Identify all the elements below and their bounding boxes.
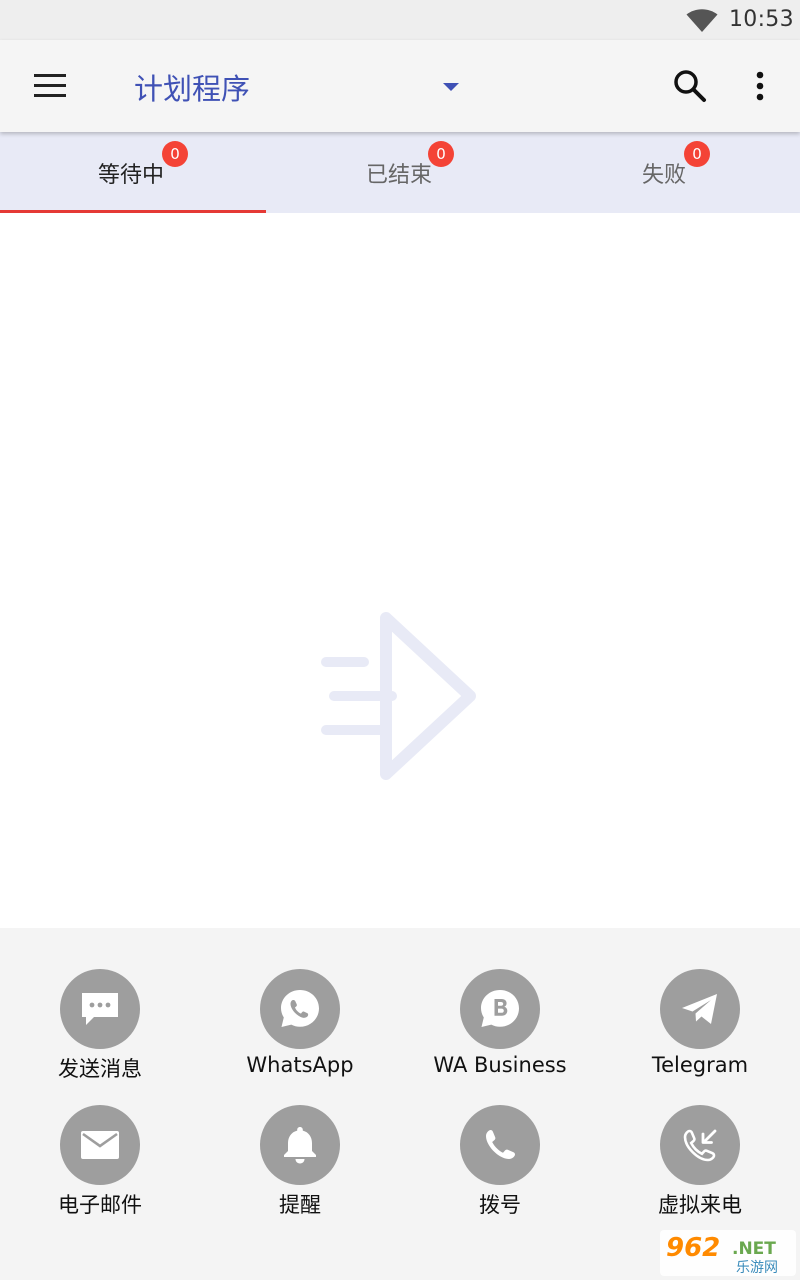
count-badge: 0 — [428, 141, 454, 167]
action-whatsapp[interactable]: WhatsApp — [200, 969, 400, 1099]
hamburger-menu-icon[interactable] — [30, 68, 70, 104]
action-label: 发送消息 — [58, 1057, 142, 1081]
action-fake-call[interactable]: 虚拟来电 — [600, 1105, 800, 1235]
action-label: 提醒 — [279, 1193, 321, 1217]
whatsapp-business-icon — [460, 969, 540, 1049]
tab-failed[interactable]: 失败 0 — [532, 132, 798, 213]
caret-down-icon[interactable] — [438, 74, 464, 98]
more-vertical-icon[interactable] — [748, 66, 772, 106]
watermark-brand: 962 — [666, 1233, 720, 1263]
quick-actions-panel: 发送消息 WhatsApp WA Business Telegram 电子邮件 … — [0, 928, 800, 1280]
page-title[interactable]: 计划程序 — [134, 66, 250, 108]
action-label: WhatsApp — [246, 1053, 354, 1077]
chat-bubble-icon — [60, 969, 140, 1049]
app-bar: 计划程序 — [0, 40, 800, 132]
tab-indicator — [0, 210, 266, 213]
phone-icon — [460, 1105, 540, 1185]
tab-label: 失败 — [642, 163, 687, 188]
action-dial[interactable]: 拨号 — [400, 1105, 600, 1235]
bell-icon — [260, 1105, 340, 1185]
action-send-message[interactable]: 发送消息 — [0, 969, 200, 1099]
action-reminder[interactable]: 提醒 — [200, 1105, 400, 1235]
action-email[interactable]: 电子邮件 — [0, 1105, 200, 1235]
whatsapp-icon — [260, 969, 340, 1049]
tab-pending[interactable]: 等待中 0 — [0, 132, 266, 213]
action-label: 虚拟来电 — [658, 1193, 742, 1217]
count-badge: 0 — [162, 141, 188, 167]
telegram-icon — [660, 969, 740, 1049]
action-wa-business[interactable]: WA Business — [400, 969, 600, 1099]
action-label: Telegram — [651, 1053, 749, 1077]
tab-label: 已结束 — [366, 163, 433, 188]
action-label: 拨号 — [479, 1193, 521, 1217]
action-telegram[interactable]: Telegram — [600, 969, 800, 1099]
status-time: 10:53 — [729, 7, 794, 32]
incoming-call-icon — [660, 1105, 740, 1185]
email-icon — [60, 1105, 140, 1185]
tab-bar: 等待中 0 已结束 0 失败 0 — [0, 132, 800, 213]
wifi-icon — [686, 9, 718, 32]
watermark-tagline: 乐游网 — [736, 1260, 778, 1276]
tab-finished[interactable]: 已结束 0 — [266, 132, 532, 213]
action-label: WA Business — [433, 1053, 567, 1077]
action-label: 电子邮件 — [58, 1193, 142, 1217]
search-icon[interactable] — [670, 66, 710, 106]
tab-label: 等待中 — [98, 163, 165, 188]
watermark-logo: 962 .NET 乐游网 — [660, 1230, 796, 1276]
count-badge: 0 — [684, 141, 710, 167]
status-bar: 10:53 — [0, 0, 800, 40]
send-arrow-icon — [321, 612, 476, 780]
watermark-suffix: .NET — [732, 1239, 776, 1259]
